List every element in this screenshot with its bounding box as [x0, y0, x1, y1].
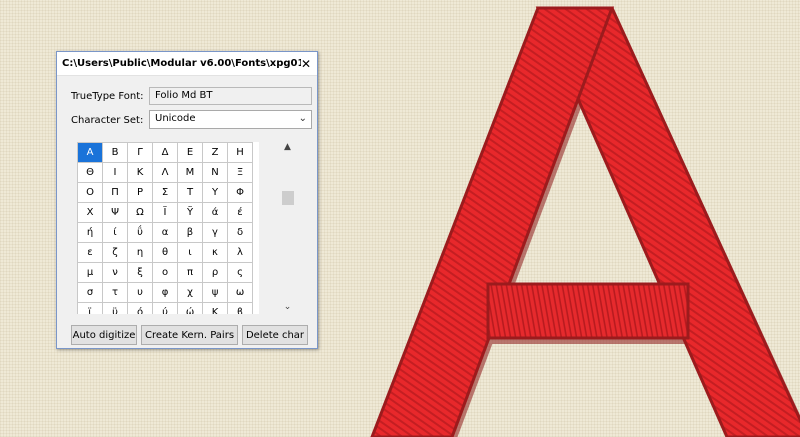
create-kern-pairs-button[interactable]: Create Kern. Pairs	[141, 325, 238, 345]
character-cell[interactable]: Ξ	[227, 162, 253, 183]
character-cell[interactable]: ί	[102, 222, 128, 243]
character-cell[interactable]: θ	[152, 242, 178, 263]
character-cell[interactable]: ς	[227, 262, 253, 283]
character-cell[interactable]: ρ	[202, 262, 228, 283]
character-cell[interactable]: Ϋ	[177, 202, 203, 223]
character-cell[interactable]: ώ	[177, 302, 203, 314]
character-row: στυφχψω	[77, 282, 253, 303]
character-cell[interactable]: Ρ	[127, 182, 153, 203]
character-cell[interactable]: μ	[77, 262, 103, 283]
scroll-up-icon[interactable]: ▲	[279, 142, 296, 156]
letter-left-stroke	[370, 6, 615, 437]
character-cell[interactable]: α	[152, 222, 178, 243]
character-cell[interactable]: Γ	[127, 142, 153, 163]
letter-crossbar	[486, 282, 690, 340]
character-cell[interactable]: Θ	[77, 162, 103, 183]
character-cell[interactable]: Ε	[177, 142, 203, 163]
scroll-down-icon[interactable]: ⌄	[279, 302, 296, 316]
character-set-value: Unicode	[155, 113, 196, 124]
character-cell[interactable]: η	[127, 242, 153, 263]
character-cell[interactable]: ξ	[127, 262, 153, 283]
character-cell[interactable]: ό	[127, 302, 153, 314]
character-cell[interactable]: ω	[227, 282, 253, 303]
character-cell[interactable]: Μ	[177, 162, 203, 183]
character-cell[interactable]: ψ	[202, 282, 228, 303]
character-table: ΑΒΓΔΕΖΗΘΙΚΛΜΝΞΟΠΡΣΤΥΦΧΨΩΪΫάέήίΰαβγδεζηθι…	[77, 142, 253, 314]
character-cell[interactable]: ύ	[152, 302, 178, 314]
truetype-font-field: Folio Md BT	[149, 87, 312, 105]
character-cell[interactable]: Π	[102, 182, 128, 203]
character-cell[interactable]: ε	[77, 242, 103, 263]
font-dialog: C:\Users\Public\Modular v6.00\Fonts\xpg0…	[56, 51, 318, 349]
character-row: ϊϋόύώϏϐ	[77, 302, 253, 314]
title-bar: C:\Users\Public\Modular v6.00\Fonts\xpg0…	[57, 52, 317, 76]
character-row: ΧΨΩΪΫάέ	[77, 202, 253, 223]
character-cell[interactable]: ν	[102, 262, 128, 283]
character-cell[interactable]: ϋ	[102, 302, 128, 314]
character-cell[interactable]: Λ	[152, 162, 178, 183]
character-set-label: Character Set:	[71, 115, 144, 126]
delete-char-button[interactable]: Delete char	[242, 325, 308, 345]
character-cell[interactable]: Ψ	[102, 202, 128, 223]
character-cell[interactable]: Τ	[177, 182, 203, 203]
auto-digitize-button[interactable]: Auto digitize	[71, 325, 137, 345]
character-cell[interactable]: π	[177, 262, 203, 283]
character-cell[interactable]: Φ	[227, 182, 253, 203]
character-cell[interactable]: έ	[227, 202, 253, 223]
character-row: ΑΒΓΔΕΖΗ	[77, 142, 253, 163]
chevron-down-icon: ⌄	[298, 113, 307, 124]
character-cell[interactable]: ϊ	[77, 302, 103, 314]
character-cell[interactable]: Σ	[152, 182, 178, 203]
grid-scrollbar[interactable]: ▲ ⌄	[279, 142, 296, 316]
character-cell[interactable]: ΰ	[127, 222, 153, 243]
window-title: C:\Users\Public\Modular v6.00\Fonts\xpg0…	[62, 58, 301, 69]
character-cell[interactable]: χ	[177, 282, 203, 303]
character-set-dropdown[interactable]: Unicode ⌄	[149, 110, 312, 129]
character-cell[interactable]: υ	[127, 282, 153, 303]
character-row: μνξοπρς	[77, 262, 253, 283]
truetype-font-label: TrueType Font:	[71, 91, 144, 102]
character-cell[interactable]: Β	[102, 142, 128, 163]
character-cell[interactable]: ζ	[102, 242, 128, 263]
character-row: εζηθικλ	[77, 242, 253, 263]
close-icon[interactable]: ✕	[301, 58, 311, 70]
character-cell[interactable]: ή	[77, 222, 103, 243]
character-grid: ΑΒΓΔΕΖΗΘΙΚΛΜΝΞΟΠΡΣΤΥΦΧΨΩΪΫάέήίΰαβγδεζηθι…	[77, 142, 259, 314]
character-cell[interactable]: τ	[102, 282, 128, 303]
character-cell[interactable]: Δ	[152, 142, 178, 163]
character-cell[interactable]: Ο	[77, 182, 103, 203]
character-cell[interactable]: Ν	[202, 162, 228, 183]
truetype-font-value: Folio Md BT	[155, 90, 213, 101]
character-cell[interactable]: ι	[177, 242, 203, 263]
scroll-thumb[interactable]	[282, 191, 294, 205]
character-cell[interactable]: Χ	[77, 202, 103, 223]
character-cell[interactable]: Ι	[102, 162, 128, 183]
character-cell[interactable]: Ω	[127, 202, 153, 223]
character-cell[interactable]: Ζ	[202, 142, 228, 163]
character-cell[interactable]: Κ	[127, 162, 153, 183]
character-cell[interactable]: ά	[202, 202, 228, 223]
character-cell[interactable]: β	[177, 222, 203, 243]
character-cell[interactable]: ο	[152, 262, 178, 283]
character-row: ήίΰαβγδ	[77, 222, 253, 243]
character-cell[interactable]: Η	[227, 142, 253, 163]
character-cell[interactable]: Ϗ	[202, 302, 228, 314]
character-cell[interactable]: Ϊ	[152, 202, 178, 223]
character-row: ΘΙΚΛΜΝΞ	[77, 162, 253, 183]
character-cell[interactable]: δ	[227, 222, 253, 243]
character-cell[interactable]: γ	[202, 222, 228, 243]
character-cell[interactable]: λ	[227, 242, 253, 263]
character-cell[interactable]: ϐ	[227, 302, 253, 314]
character-cell[interactable]: φ	[152, 282, 178, 303]
character-cell[interactable]: Υ	[202, 182, 228, 203]
character-cell[interactable]: σ	[77, 282, 103, 303]
character-cell[interactable]: κ	[202, 242, 228, 263]
character-row: ΟΠΡΣΤΥΦ	[77, 182, 253, 203]
character-cell[interactable]: Α	[77, 142, 103, 163]
